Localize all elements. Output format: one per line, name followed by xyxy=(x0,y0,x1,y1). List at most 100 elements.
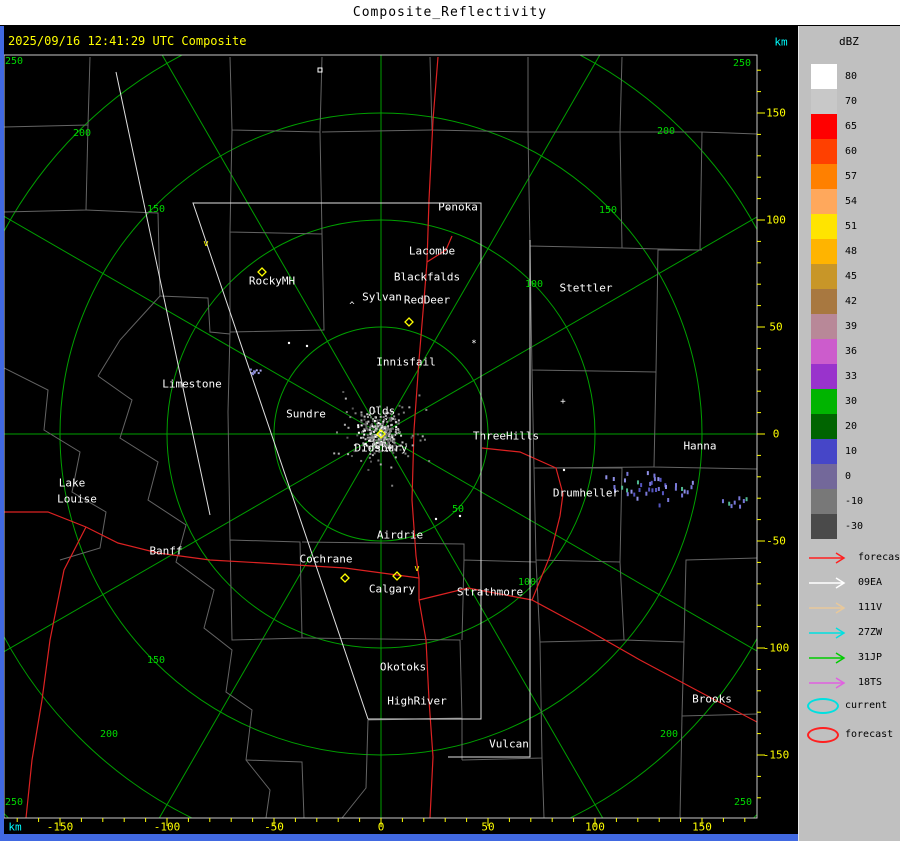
station-dot-icon xyxy=(287,341,291,345)
title-bar: Composite_Reflectivity xyxy=(0,0,900,26)
scale-row: 36 xyxy=(811,339,863,364)
range-ring-grid xyxy=(4,55,757,818)
timestamp: 2025/09/16 12:41:29 UTC Composite xyxy=(8,34,247,48)
scale-row: 70 xyxy=(811,89,863,114)
track-label: 09EA xyxy=(858,577,883,588)
forecast-ellipse-icon xyxy=(807,726,839,743)
axis-label-right: 0 xyxy=(772,427,780,441)
scale-value: 48 xyxy=(845,246,858,257)
axis-label-right: -100 xyxy=(762,641,790,655)
city-label: Limestone xyxy=(162,377,222,391)
scale-swatch xyxy=(811,289,837,314)
city-label: Cochrane xyxy=(299,552,353,566)
scale-row: 57 xyxy=(811,164,863,189)
scale-row: 45 xyxy=(811,264,863,289)
scale-row: 10 xyxy=(811,439,863,464)
ring-label: 250 xyxy=(4,56,24,67)
axis-label-right: -50 xyxy=(766,534,786,548)
ring-label: 50 xyxy=(451,504,465,515)
ring-label: 200 xyxy=(656,126,676,137)
scale-value: 42 xyxy=(845,296,858,307)
ellipse-row: current xyxy=(807,691,893,720)
scale-value: 54 xyxy=(845,196,858,207)
axis-label-bottom: -50 xyxy=(264,820,284,834)
city-label: RockyMH xyxy=(248,274,296,288)
ellipse-label: current xyxy=(845,700,888,711)
station-dot-icon xyxy=(434,517,438,521)
axis-label-bottom: 150 xyxy=(692,820,712,834)
city-label: Calgary xyxy=(368,582,416,596)
axis-label-right: -150 xyxy=(762,748,790,762)
scale-row: 39 xyxy=(811,314,863,339)
scale-swatch xyxy=(811,189,837,214)
window-border-left xyxy=(0,25,4,841)
ring-label: 250 xyxy=(4,797,24,808)
station-dot-icon xyxy=(305,344,309,348)
ring-label: 150 xyxy=(598,205,618,216)
wind-mark-icon: v xyxy=(203,239,208,249)
scale-value: 65 xyxy=(845,121,858,132)
station-dot-icon xyxy=(562,468,566,472)
track-row: forecast xyxy=(807,545,900,570)
page-title: Composite_Reflectivity xyxy=(352,5,548,20)
scale-value: 30 xyxy=(845,396,858,407)
station-symbol-icon: * xyxy=(471,339,476,349)
radar-application-window: v v ^ ^ * + Composite_Reflectivity 2025/09/16… xyxy=(0,0,900,841)
scale-value: -10 xyxy=(845,496,864,507)
scale-row: 60 xyxy=(811,139,863,164)
city-label: Banff xyxy=(149,544,183,558)
track-label: 111V xyxy=(858,602,883,613)
ring-label: 150 xyxy=(146,204,166,215)
scale-row: 65 xyxy=(811,114,863,139)
city-label: Ponoka xyxy=(438,200,478,214)
scale-swatch xyxy=(811,489,837,514)
scale-swatch xyxy=(811,464,837,489)
scale-value: 36 xyxy=(845,346,858,357)
track-label: 31JP xyxy=(858,652,883,663)
current-ellipse-icon xyxy=(807,697,839,714)
track-row: 09EA xyxy=(807,570,900,595)
scale-swatch xyxy=(811,214,837,239)
km-unit-bottom: km xyxy=(8,820,22,834)
scale-value: 80 xyxy=(845,71,858,82)
city-label: Okotoks xyxy=(379,660,427,674)
ring-label: 150 xyxy=(146,655,166,666)
track-row: 31JP xyxy=(807,645,900,670)
axis-label-right: 150 xyxy=(766,106,786,120)
km-unit-top: km xyxy=(774,35,788,49)
city-label: Lake xyxy=(58,476,86,490)
scale-swatch xyxy=(811,139,837,164)
scale-swatch xyxy=(811,264,837,289)
city-label: HighRiver xyxy=(387,694,447,708)
scale-value: 20 xyxy=(845,421,858,432)
axis-label-bottom: -100 xyxy=(153,820,181,834)
ellipse-label: forecast xyxy=(845,729,894,740)
city-label: Drumheller xyxy=(552,486,620,500)
city-label: RedDeer xyxy=(403,293,451,307)
scale-row: 54 xyxy=(811,189,863,214)
ring-label: 200 xyxy=(659,729,679,740)
scale-value: 70 xyxy=(845,96,858,107)
city-label: ThreeHills xyxy=(472,429,540,443)
window-border-bottom xyxy=(0,834,798,841)
city-label: Airdrie xyxy=(376,528,424,542)
dbz-scale-title: dBZ xyxy=(839,35,859,48)
track-label: 18TS xyxy=(858,677,883,688)
radar-map-canvas: vv^^*+ xyxy=(3,54,765,826)
ring-label: 250 xyxy=(732,58,752,69)
scale-swatch xyxy=(811,314,837,339)
city-label: Stettler xyxy=(559,281,613,295)
ring-label: 200 xyxy=(72,128,92,139)
scale-value: 57 xyxy=(845,171,858,182)
scale-row: 0 xyxy=(811,464,863,489)
scale-row: 33 xyxy=(811,364,863,389)
ring-label: 250 xyxy=(733,797,753,808)
axis-label-bottom: 0 xyxy=(377,820,385,834)
axis-label-bottom: 100 xyxy=(585,820,605,834)
city-label: Lacombe xyxy=(408,244,456,258)
scale-row: -10 xyxy=(811,489,863,514)
cell-legend: current forecast xyxy=(807,691,893,749)
scale-swatch xyxy=(811,114,837,139)
scale-row: 51 xyxy=(811,214,863,239)
station-dot-icon xyxy=(458,514,462,518)
